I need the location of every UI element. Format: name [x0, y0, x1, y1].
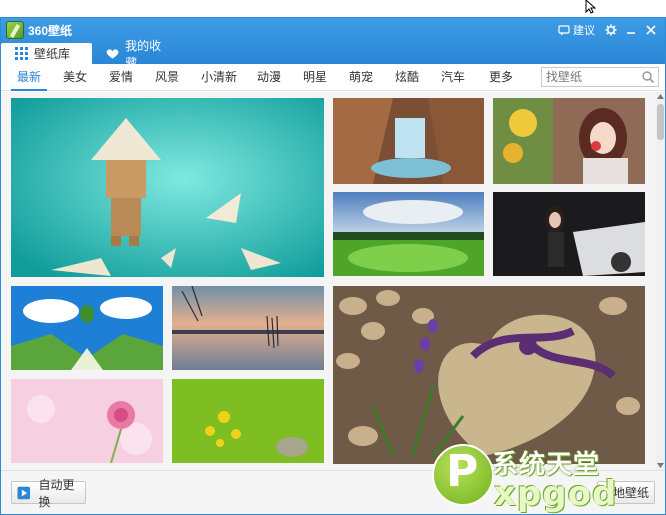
tab-label: 壁纸库: [34, 47, 71, 61]
category-love[interactable]: 爱情: [109, 64, 133, 90]
tab-my-favorites[interactable]: 我的收藏: [92, 39, 184, 70]
auto-change-label: 自动更换: [38, 477, 75, 509]
title-bar: 360壁纸 建议 壁纸库 我的收藏: [1, 18, 665, 70]
wallpaper-image: [172, 379, 324, 463]
wallpaper-image: [333, 98, 484, 184]
scroll-up-icon[interactable]: [656, 92, 665, 101]
wallpaper-thumbnail[interactable]: [333, 192, 484, 276]
wallpaper-thumbnail[interactable]: [333, 286, 645, 464]
settings-button[interactable]: [601, 21, 621, 39]
search-input[interactable]: [542, 68, 638, 86]
search-box: [541, 67, 659, 87]
wallpaper-image: [493, 192, 645, 276]
category-latest[interactable]: 最新: [11, 64, 47, 91]
auto-change-button[interactable]: 自动更换: [11, 478, 86, 509]
category-stars[interactable]: 明星: [303, 64, 327, 90]
category-pets[interactable]: 萌宠: [349, 64, 373, 90]
desktop-background: [0, 0, 666, 18]
wallpaper-image: [333, 192, 484, 276]
category-scenery[interactable]: 风景: [155, 64, 179, 90]
wallpaper-grid: [1, 92, 656, 470]
wallpaper-thumbnail[interactable]: [172, 379, 324, 463]
title-actions: 建议: [558, 21, 661, 39]
wallpaper-image: [11, 286, 163, 370]
wallpaper-thumbnail[interactable]: [11, 286, 163, 370]
app-logo-icon: [6, 21, 24, 39]
app-title: 360壁纸: [28, 24, 73, 38]
vertical-scrollbar[interactable]: [656, 92, 665, 470]
feedback-label: 建议: [573, 24, 595, 37]
category-anime[interactable]: 动漫: [257, 64, 281, 90]
play-icon: [17, 486, 31, 499]
category-bar: 最新 美女 爱情 风景 小清新 动漫 明星 萌宠 炫酷 汽车 更多: [1, 64, 665, 91]
watermark-bottom-text: xpgod: [494, 474, 618, 514]
category-fresh[interactable]: 小清新: [201, 64, 237, 90]
wallpaper-thumbnail[interactable]: [11, 98, 324, 277]
wallpaper-image: [11, 379, 163, 463]
watermark-logo-letter: P: [446, 446, 479, 497]
close-button[interactable]: [641, 21, 661, 39]
grid-icon: [15, 47, 28, 60]
wallpaper-thumbnail[interactable]: [493, 98, 645, 184]
gear-icon: [605, 24, 617, 36]
mouse-cursor-icon: [585, 0, 597, 14]
close-icon: [646, 25, 656, 35]
minimize-button[interactable]: [621, 21, 641, 39]
tab-wallpaper-library[interactable]: 壁纸库: [1, 43, 92, 64]
main-tabs: 壁纸库 我的收藏: [1, 39, 184, 70]
wallpaper-image: [493, 98, 645, 184]
category-cars[interactable]: 汽车: [441, 64, 465, 90]
minimize-icon: [627, 32, 635, 34]
wallpaper-thumbnail[interactable]: [172, 286, 324, 370]
wallpaper-thumbnail[interactable]: [333, 98, 484, 184]
wallpaper-thumbnail[interactable]: [493, 192, 645, 276]
feedback-button[interactable]: 建议: [558, 22, 595, 38]
heart-icon: [106, 48, 119, 59]
category-more[interactable]: 更多: [489, 64, 513, 90]
category-beauty[interactable]: 美女: [63, 64, 87, 90]
site-watermark: P 系统天堂 xpgod: [432, 440, 662, 515]
scrollbar-thumb[interactable]: [657, 104, 664, 140]
feedback-icon: [558, 24, 570, 35]
wallpaper-image: [333, 286, 645, 464]
wallpaper-image: [11, 98, 324, 277]
category-cool[interactable]: 炫酷: [395, 64, 419, 90]
wallpaper-image: [172, 286, 324, 370]
wallpaper-thumbnail[interactable]: [11, 379, 163, 463]
search-icon[interactable]: [641, 70, 655, 84]
